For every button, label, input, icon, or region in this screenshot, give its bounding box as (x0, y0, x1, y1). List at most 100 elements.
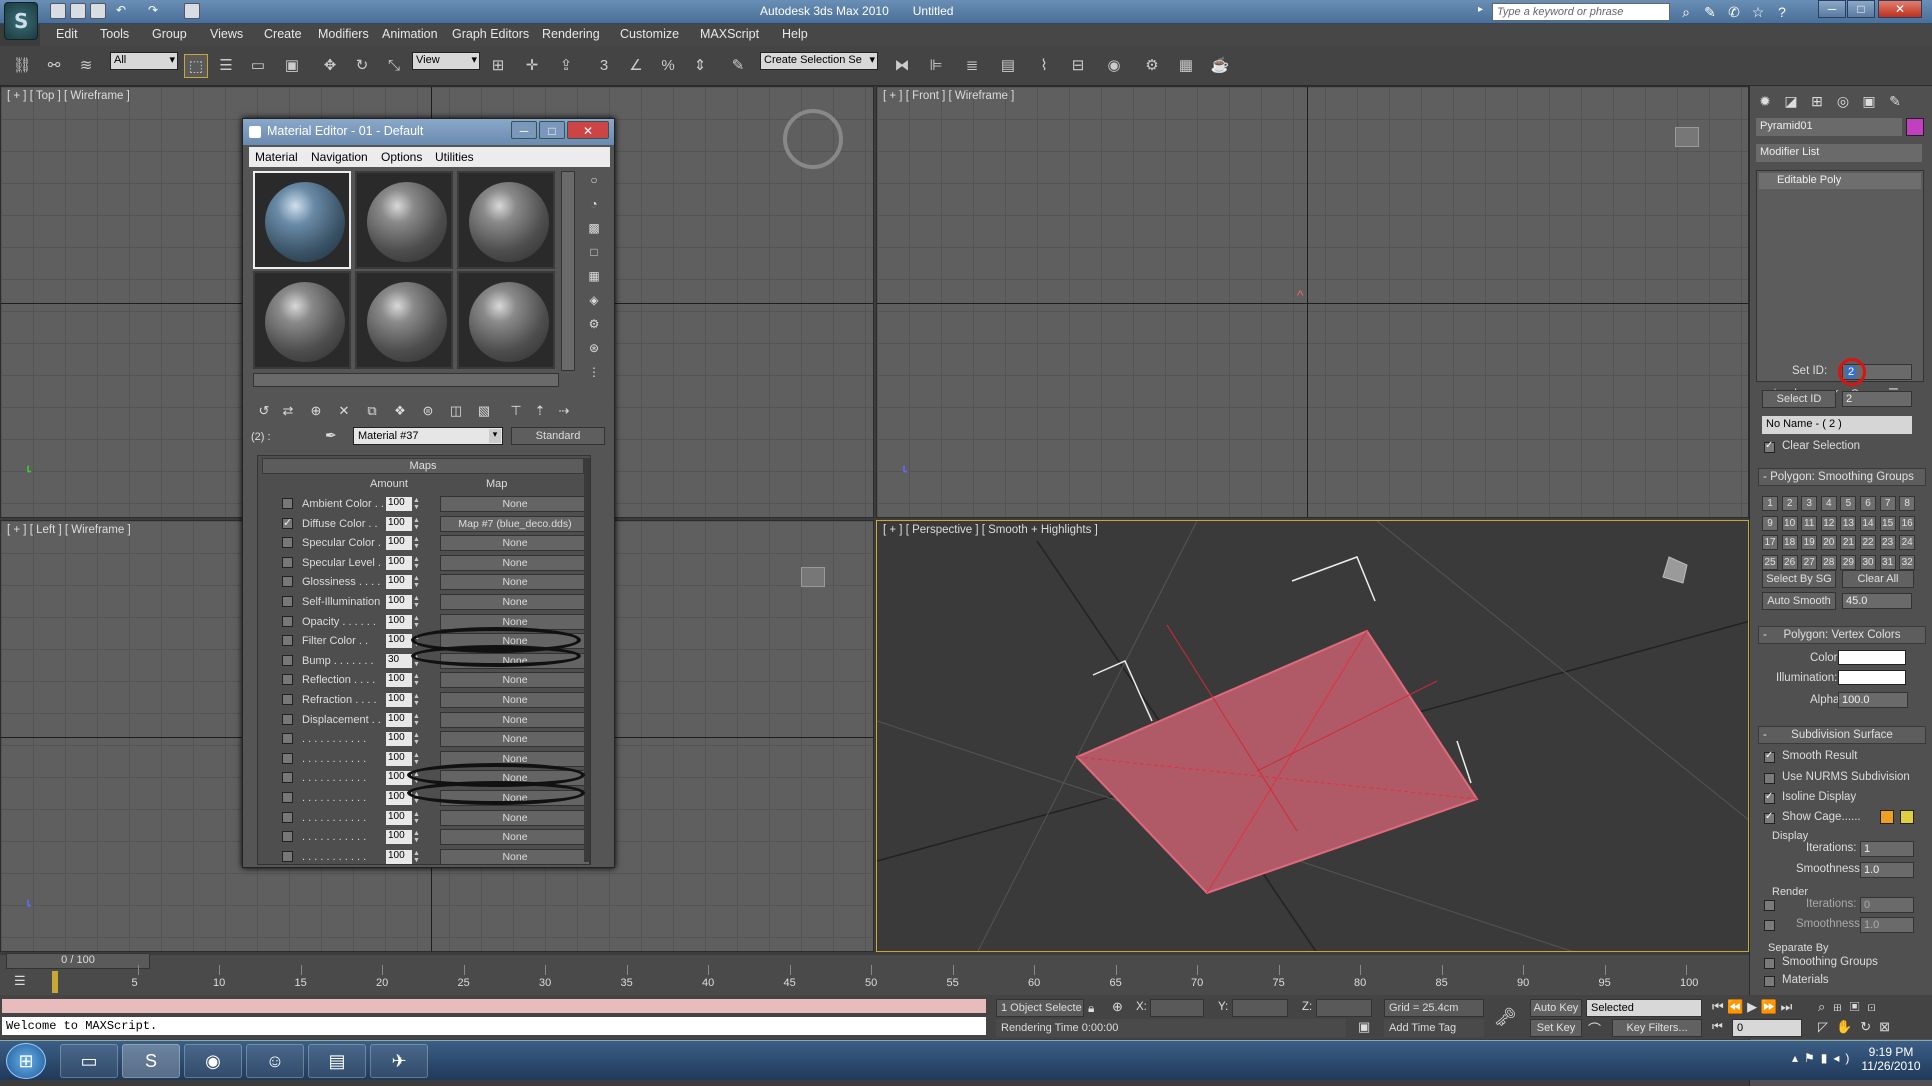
material-name-dropdown[interactable]: No Name - ( 2 ) (1762, 416, 1912, 434)
render-smoothness-checkbox[interactable] (1764, 920, 1775, 931)
mat-menu-options[interactable]: Options (381, 150, 422, 164)
smoothing-group-button[interactable]: 20 (1820, 535, 1837, 550)
zoom-extents-all-icon[interactable]: ⊡ (1867, 999, 1883, 1014)
bind-space-warp-icon[interactable]: ≋ (74, 54, 98, 78)
smoothing-group-button[interactable]: 16 (1899, 515, 1916, 531)
assign-material-icon[interactable]: ⊕ (305, 401, 327, 421)
snaps-toggle-icon[interactable]: 3 (592, 54, 616, 78)
viewport-front[interactable]: [ + ] [ Front ] [ Wireframe ] ^ ┗ (876, 86, 1749, 518)
viewport-label-perspective[interactable]: [ + ] [ Perspective ] [ Smooth + Highlig… (883, 524, 1098, 536)
map-slot-button[interactable]: None (440, 711, 590, 728)
close-button[interactable]: ✕ (1878, 0, 1922, 18)
map-amount-spinner-icon[interactable]: ▲ ▼ (413, 811, 421, 825)
keyboard-shortcut-icon[interactable]: ⇪ (554, 54, 578, 78)
mat-maximize-button[interactable]: □ (539, 121, 565, 139)
menu-help[interactable]: Help (782, 27, 808, 41)
alpha-spinner[interactable]: 100.0 (1838, 692, 1908, 708)
maxscript-listener-top[interactable] (2, 999, 986, 1013)
material-map-navigator-icon[interactable]: ⋮ (585, 363, 603, 381)
smoothing-group-button[interactable]: 26 (1781, 554, 1798, 570)
map-amount-spinner-icon[interactable]: ▲ ▼ (413, 693, 421, 707)
smoothing-group-button[interactable]: 29 (1840, 554, 1857, 570)
communication-icon[interactable]: ✆ (1724, 2, 1744, 22)
viewcube-perspective-icon[interactable] (1662, 556, 1688, 584)
render-setup-icon[interactable]: ⚙ (1140, 54, 1164, 78)
get-material-icon[interactable]: ↺ (253, 401, 275, 421)
select-id-button[interactable]: Select ID (1762, 390, 1836, 408)
smoothing-group-button[interactable]: 3 (1801, 496, 1818, 511)
show-map-in-viewport-icon[interactable]: ▧ (473, 401, 495, 421)
save-file-icon[interactable] (90, 3, 106, 19)
smoothing-group-button[interactable]: 23 (1879, 535, 1896, 550)
open-file-icon[interactable] (70, 3, 86, 19)
smoothing-groups-rollout[interactable]: Polygon: Smoothing Groups (1758, 468, 1926, 486)
viewport-perspective[interactable]: [ + ] [ Perspective ] [ Smooth + Highlig… (876, 520, 1749, 952)
map-slot-button[interactable]: None (440, 594, 590, 610)
smooth-result-checkbox[interactable] (1764, 750, 1775, 763)
create-tab-icon[interactable]: ✹ (1754, 90, 1776, 112)
map-amount-field[interactable]: 100 (386, 810, 412, 825)
map-amount-field[interactable]: 100 (386, 849, 412, 864)
sample-type-icon[interactable]: ○ (585, 171, 603, 189)
map-slot-button[interactable]: None (440, 554, 590, 571)
object-name-field[interactable]: Pyramid01 (1756, 118, 1902, 136)
map-amount-field[interactable]: 100 (386, 516, 412, 531)
modifier-list-dropdown[interactable]: Modifier List (1756, 144, 1922, 162)
smoothing-group-button[interactable]: 10 (1781, 515, 1798, 531)
make-unique-icon[interactable]: ❖ (389, 401, 411, 421)
select-by-material-icon[interactable]: ⊛ (585, 339, 603, 357)
menu-animation[interactable]: Animation (382, 27, 438, 41)
object-color-swatch[interactable] (1906, 118, 1924, 136)
align-icon[interactable]: ⊫ (924, 54, 948, 78)
minimize-button[interactable]: ─ (1818, 0, 1846, 18)
smoothing-group-button[interactable]: 9 (1762, 515, 1778, 531)
menu-graph-editors[interactable]: Graph Editors (452, 27, 529, 41)
menu-tools[interactable]: Tools (100, 27, 129, 41)
menu-maxscript[interactable]: MAXScript (700, 27, 759, 41)
redo-icon[interactable]: ↷ (148, 3, 164, 19)
taskbar-app-icon[interactable]: ✈ (370, 1044, 428, 1078)
map-amount-spinner-icon[interactable]: ▲ ▼ (413, 830, 421, 844)
schematic-view-icon[interactable]: ⊟ (1066, 54, 1090, 78)
map-amount-field[interactable]: 100 (386, 555, 412, 570)
maps-scrollbar[interactable] (584, 458, 590, 862)
select-by-name-icon[interactable]: ☰ (214, 54, 238, 78)
material-id-channel-icon[interactable]: ◫ (445, 401, 467, 421)
maps-rollout-title[interactable]: Maps (262, 458, 584, 474)
map-enable-checkbox[interactable] (282, 654, 293, 666)
maximize-button[interactable]: □ (1847, 0, 1875, 18)
y-coordinate-field[interactable] (1232, 999, 1288, 1017)
map-enable-checkbox[interactable] (282, 831, 293, 843)
map-amount-field[interactable]: 100 (386, 634, 412, 649)
previous-frame-icon[interactable]: ⏪ (1727, 999, 1743, 1014)
smoothing-group-button[interactable]: 28 (1820, 554, 1837, 570)
material-name-dropdown-icon[interactable]: ▾ (489, 429, 501, 443)
taskbar-desktop-icon[interactable]: ▭ (60, 1044, 118, 1078)
map-slot-button[interactable]: None (440, 535, 590, 552)
put-to-library-icon[interactable]: ⊜ (417, 401, 439, 421)
render-iterations-checkbox[interactable] (1764, 900, 1775, 911)
map-enable-checkbox[interactable] (282, 674, 293, 686)
map-amount-spinner-icon[interactable]: ▲ ▼ (413, 850, 421, 864)
motion-tab-icon[interactable]: ◎ (1832, 90, 1854, 112)
map-slot-button[interactable]: None (440, 496, 590, 512)
time-slider[interactable]: 0 / 100 (6, 953, 150, 969)
menu-group[interactable]: Group (152, 27, 187, 41)
go-to-end-icon[interactable]: ⏭ (1781, 999, 1793, 1014)
subscription-icon[interactable]: ✎ (1700, 2, 1720, 22)
link-icon[interactable]: ⛓ (10, 54, 34, 78)
window-crossing-icon[interactable]: ▣ (280, 54, 304, 78)
map-amount-field[interactable]: 100 (386, 830, 412, 845)
map-amount-field[interactable]: 100 (386, 693, 412, 707)
illumination-color-swatch[interactable] (1838, 670, 1906, 685)
map-amount-spinner-icon[interactable]: ▲ ▼ (413, 615, 421, 629)
favorites-icon[interactable]: ☆ (1748, 2, 1768, 22)
map-amount-spinner-icon[interactable]: ▲ ▼ (413, 713, 421, 727)
taskbar-messenger-icon[interactable]: ☺ (246, 1044, 304, 1078)
unlink-icon[interactable]: ⚯ (42, 54, 66, 78)
viewport-label-left[interactable]: [ + ] [ Left ] [ Wireframe ] (7, 524, 131, 536)
map-amount-spinner-icon[interactable]: ▲ ▼ (413, 595, 421, 609)
mat-close-button[interactable]: ✕ (567, 121, 609, 139)
mirror-icon[interactable]: ⧓ (890, 54, 914, 78)
select-by-sg-button[interactable]: Select By SG (1762, 570, 1836, 588)
